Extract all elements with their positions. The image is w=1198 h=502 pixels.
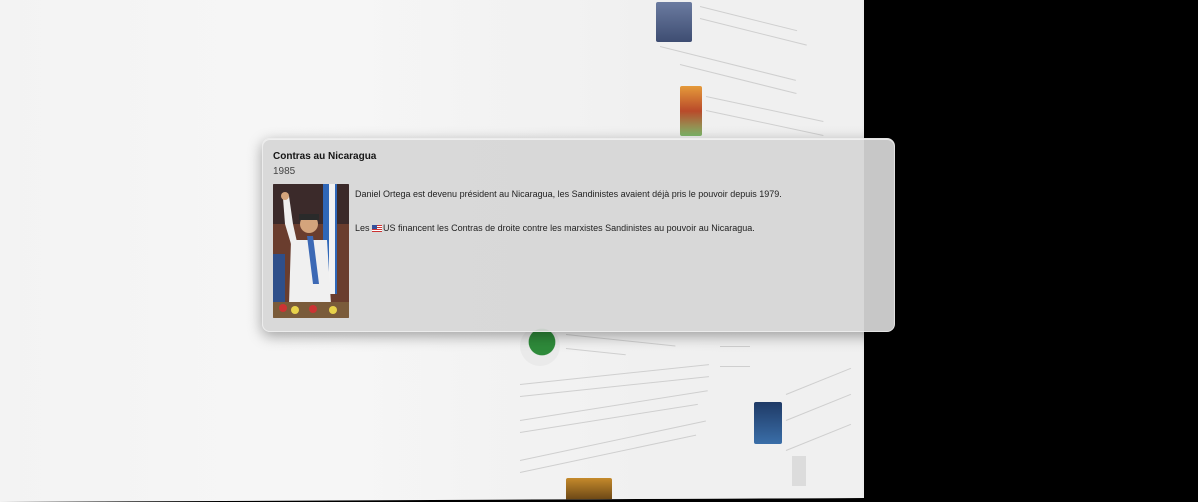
us-flag-icon	[372, 225, 383, 232]
background-page-thumbnail	[792, 456, 806, 486]
background-text-line	[720, 366, 750, 367]
background-photo-thumbnail	[566, 478, 612, 502]
background-map-thumbnail	[680, 86, 702, 136]
background-globe-thumbnail	[520, 326, 560, 366]
background-text-line	[720, 346, 750, 347]
paragraph-2-suffix: financent les Contras de droite contre l…	[395, 223, 755, 233]
popover-year: 1985	[273, 166, 296, 177]
popover-paragraph-2: Les US financent les Contras de droite c…	[355, 223, 755, 233]
background-thumbnail	[656, 2, 692, 42]
event-popover[interactable]: Contras au Nicaragua 1985 Daniel Ortega …	[262, 138, 895, 332]
paragraph-2-country: US	[383, 223, 396, 233]
popover-title: Contras au Nicaragua	[273, 151, 377, 162]
popover-paragraph-1: Daniel Ortega est devenu président au Ni…	[355, 189, 782, 199]
paragraph-2-prefix: Les	[355, 223, 373, 233]
ortega-photo-illustration	[273, 184, 349, 318]
ortega-photo	[273, 184, 349, 318]
background-photo-thumbnail	[754, 402, 782, 444]
